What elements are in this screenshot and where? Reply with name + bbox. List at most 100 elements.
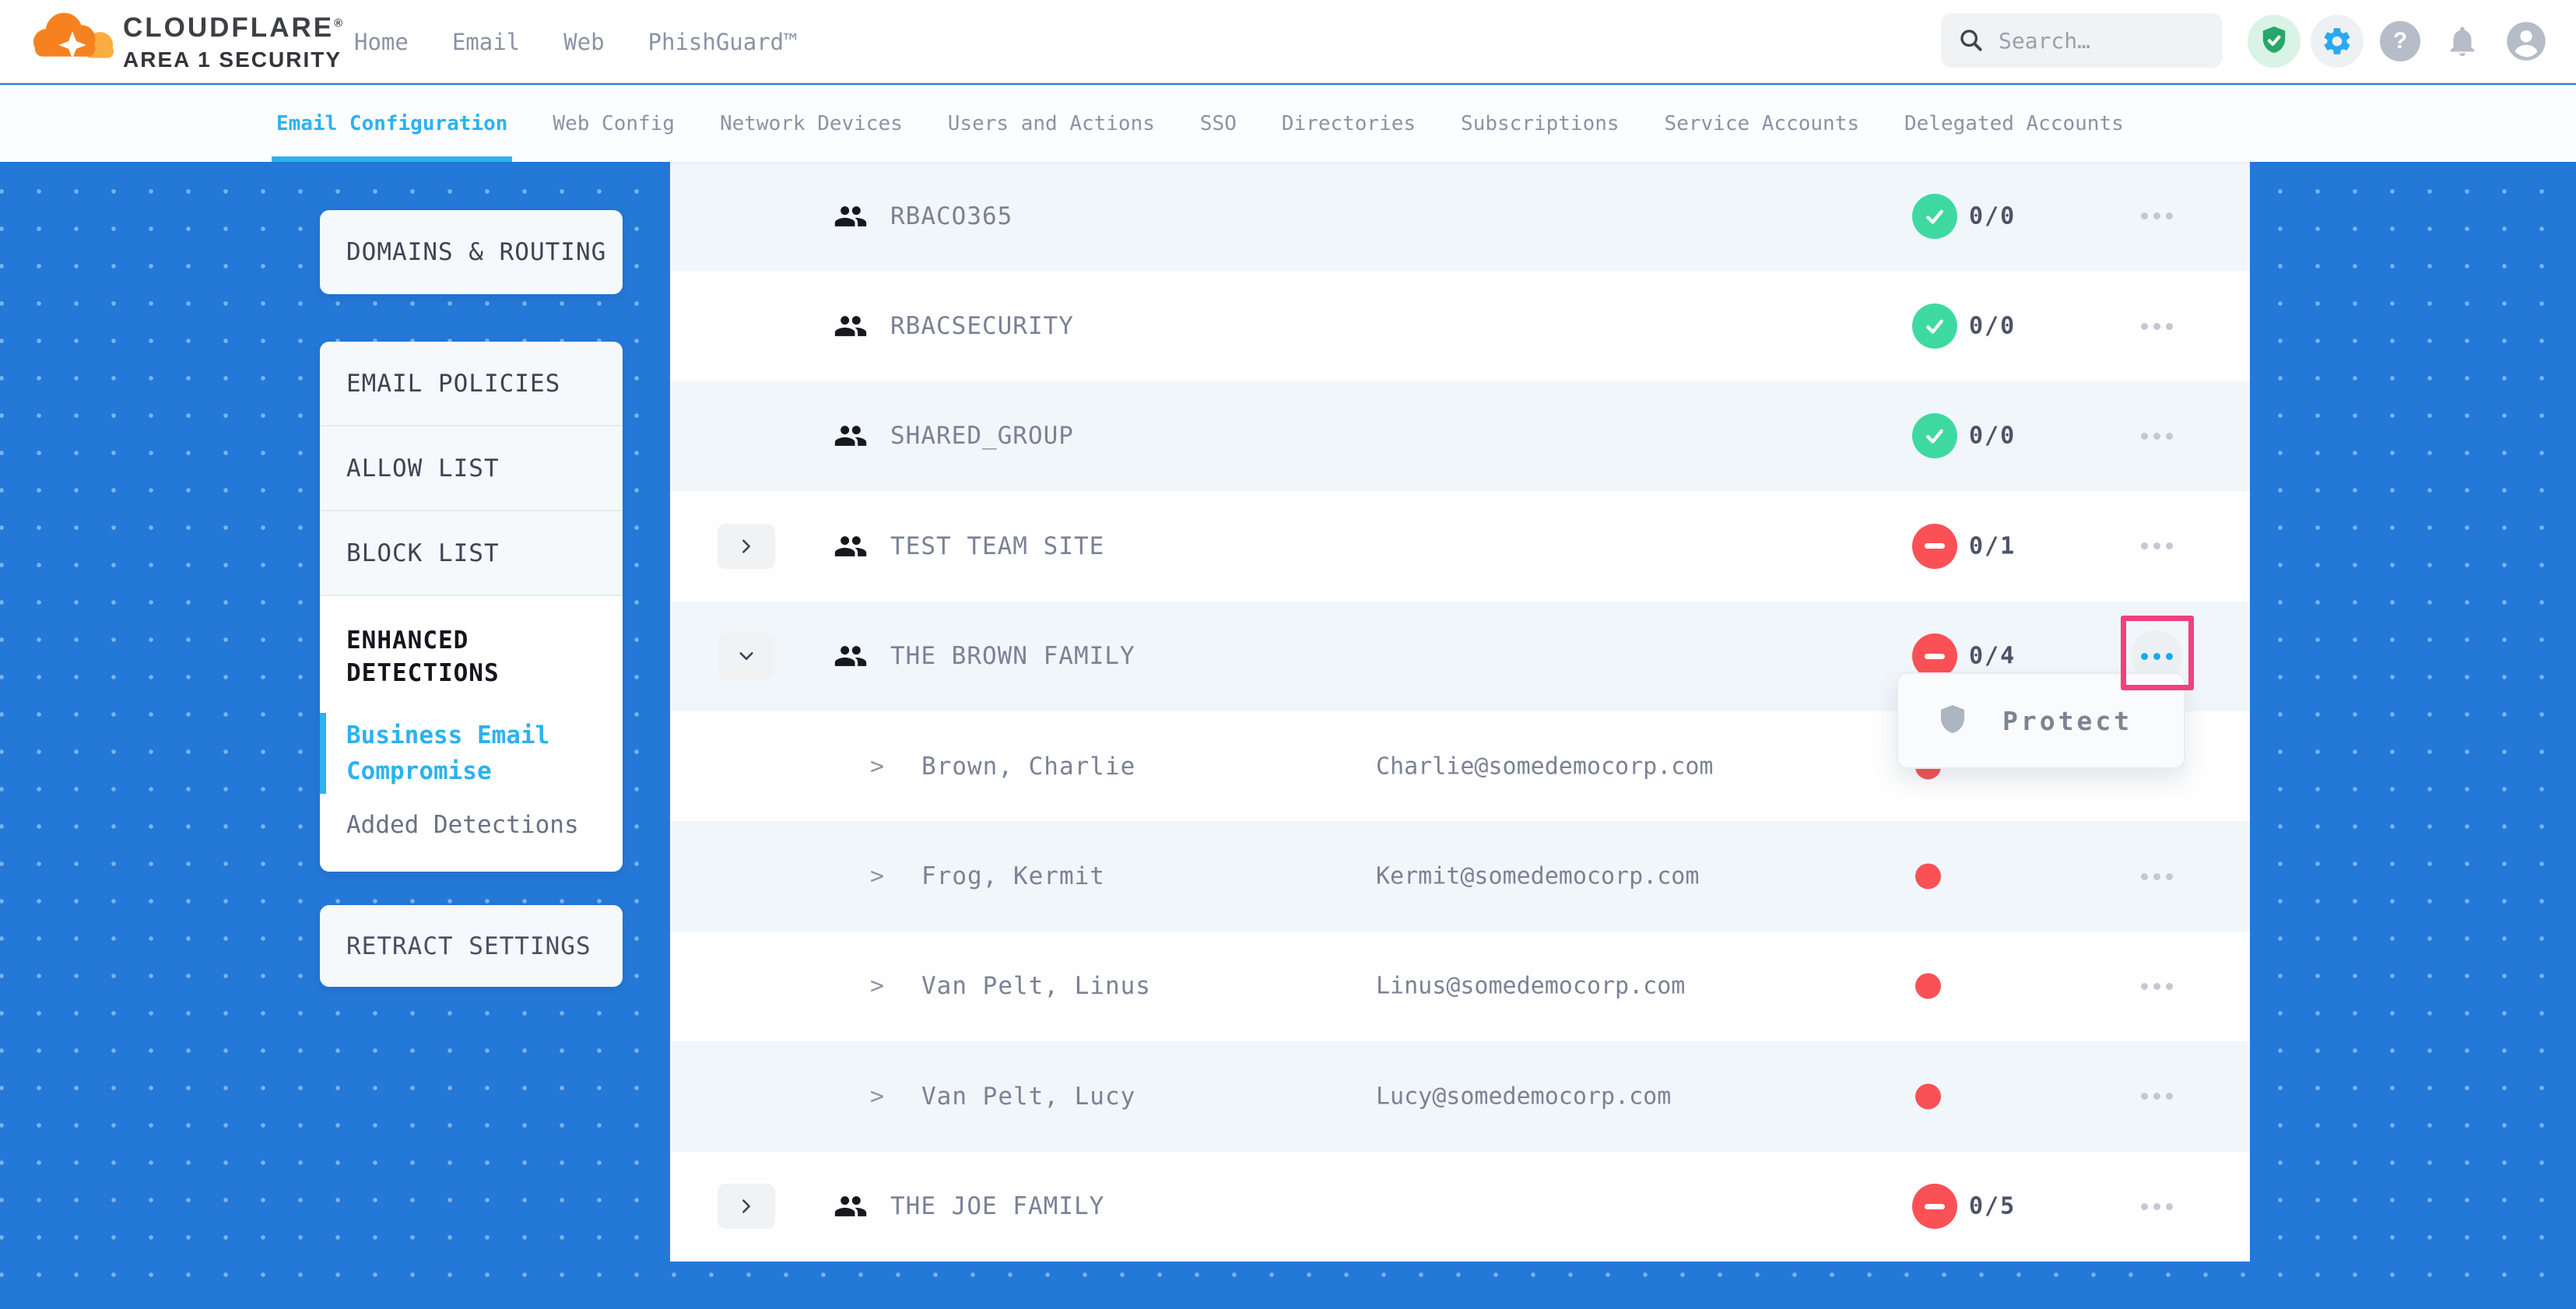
status-dot (1915, 864, 1941, 890)
brand-subtitle: AREA 1 SECURITY (123, 47, 345, 72)
row-menu-button[interactable] (2131, 521, 2182, 572)
tab-sso[interactable]: SSO (1195, 85, 1241, 162)
brand-title: CLOUDFLARE® (123, 12, 345, 44)
sidebar-item-retract-settings[interactable]: RETRACT SETTINGS (320, 905, 623, 987)
table-row: RBACSECURITY 0/0 (670, 271, 2250, 381)
shield-icon (1937, 704, 1968, 738)
tab-subscriptions[interactable]: Subscriptions (1456, 85, 1624, 162)
sidebar-policies-card: EMAIL POLICIES ALLOW LIST BLOCK LIST ENH… (320, 342, 623, 872)
group-icon (834, 639, 868, 673)
table-row: > Frog, Kermit Kermit@somedemocorp.com (670, 821, 2250, 931)
user-account-icon[interactable] (2505, 20, 2547, 62)
member-name[interactable]: Frog, Kermit (921, 862, 1105, 890)
shield-check-icon[interactable] (2248, 15, 2301, 68)
row-menu-button[interactable] (2131, 410, 2182, 461)
group-icon (834, 309, 868, 343)
expand-button[interactable] (718, 1184, 775, 1229)
row-menu-button[interactable] (2131, 300, 2182, 352)
status-count: 0/4 (1969, 643, 2016, 670)
group-icon (834, 529, 868, 563)
tab-directories[interactable]: Directories (1277, 85, 1420, 162)
sidebar-item-added-detections[interactable]: Added Detections (346, 811, 599, 839)
status-count: 0/0 (1969, 202, 2016, 230)
group-name[interactable]: THE JOE FAMILY (890, 1192, 1104, 1220)
group-name[interactable]: TEST TEAM SITE (890, 532, 1104, 560)
status-count: 0/1 (1969, 532, 2016, 560)
status-count: 0/5 (1969, 1193, 2016, 1220)
row-menu-button[interactable] (2131, 191, 2182, 242)
tab-delegated-accounts[interactable]: Delegated Accounts (1900, 85, 2129, 162)
help-icon[interactable]: ? (2380, 21, 2420, 61)
tab-web-config[interactable]: Web Config (548, 85, 679, 162)
row-menu-button[interactable] (2131, 960, 2182, 1012)
tab-users-and-actions[interactable]: Users and Actions (943, 85, 1160, 162)
sidebar-item-block-list[interactable]: BLOCK LIST (320, 511, 623, 596)
sidebar-item-business-email-compromise[interactable]: Business Email Compromise (346, 718, 599, 789)
status-dot (1915, 1083, 1941, 1109)
expand-button[interactable] (718, 524, 775, 569)
section-tabs: Email Configuration Web Config Network D… (0, 85, 2576, 162)
member-email: Linus@somedemocorp.com (1376, 973, 1685, 1000)
sidebar-item-email-policies[interactable]: EMAIL POLICIES (320, 342, 623, 426)
status-check-icon (1912, 304, 1957, 349)
group-icon (834, 419, 868, 453)
search-icon (1958, 27, 1985, 54)
group-icon (834, 199, 868, 233)
settings-gear-icon[interactable] (2311, 15, 2364, 68)
status-check-icon (1912, 194, 1957, 239)
table-row: THE JOE FAMILY 0/5 (670, 1152, 2250, 1262)
nav-item-phishguard[interactable]: PhishGuard™ (648, 29, 798, 55)
table-row: TEST TEAM SITE 0/1 (670, 491, 2250, 601)
enhanced-detections-title[interactable]: ENHANCED DETECTIONS (346, 624, 599, 690)
status-blocked-icon (1912, 1184, 1957, 1229)
table-row: RBACO365 0/0 (670, 161, 2250, 271)
top-nav: Home Email Web PhishGuard™ (354, 0, 798, 83)
nav-item-web[interactable]: Web (563, 29, 604, 55)
group-name[interactable]: RBACSECURITY (890, 312, 1074, 340)
sidebar-item-allow-list[interactable]: ALLOW LIST (320, 426, 623, 511)
tab-email-configuration[interactable]: Email Configuration (272, 85, 512, 162)
groups-table: RBACO365 0/0 RBACSECURITY 0/0 SHARED_GROUP 0/… (670, 161, 2250, 1262)
top-header: CLOUDFLARE® AREA 1 SECURITY Home Email W… (0, 0, 2576, 83)
status-check-icon (1912, 413, 1957, 458)
member-chevron-icon[interactable]: > (870, 863, 884, 890)
tab-network-devices[interactable]: Network Devices (715, 85, 907, 162)
status-count: 0/0 (1969, 313, 2016, 340)
row-menu-button[interactable] (2131, 1181, 2182, 1232)
brand-mark: ® (334, 16, 345, 30)
table-row: > Van Pelt, Linus Linus@somedemocorp.com (670, 932, 2250, 1041)
context-menu-item-protect[interactable]: Protect (2002, 706, 2132, 736)
tab-service-accounts[interactable]: Service Accounts (1660, 85, 1864, 162)
group-name[interactable]: THE BROWN FAMILY (890, 642, 1135, 670)
table-row: > Van Pelt, Lucy Lucy@somedemocorp.com (670, 1041, 2250, 1151)
app-root: CLOUDFLARE® AREA 1 SECURITY Home Email W… (0, 0, 2576, 1309)
group-name[interactable]: RBACO365 (890, 202, 1013, 230)
group-icon (834, 1189, 868, 1223)
member-name[interactable]: Brown, Charlie (921, 753, 1135, 781)
member-email: Charlie@somedemocorp.com (1376, 753, 1713, 780)
row-menu-button[interactable] (2131, 851, 2182, 902)
member-name[interactable]: Van Pelt, Linus (921, 972, 1151, 1000)
status-count: 0/0 (1969, 423, 2016, 450)
expand-button[interactable] (718, 633, 775, 679)
member-chevron-icon[interactable]: > (870, 1083, 884, 1110)
notifications-bell-icon[interactable] (2444, 23, 2480, 59)
nav-item-home[interactable]: Home (354, 29, 409, 55)
sidebar-section-enhanced-detections: ENHANCED DETECTIONS Business Email Compr… (320, 596, 623, 872)
search-bar[interactable] (1941, 13, 2223, 68)
member-name[interactable]: Van Pelt, Lucy (921, 1083, 1135, 1111)
status-dot (1915, 974, 1941, 999)
member-chevron-icon[interactable]: > (870, 753, 884, 780)
row-menu-button[interactable] (2131, 1071, 2182, 1122)
nav-item-email[interactable]: Email (452, 29, 520, 55)
member-chevron-icon[interactable]: > (870, 973, 884, 1000)
group-name[interactable]: SHARED_GROUP (890, 422, 1074, 450)
cloudflare-logo-icon (30, 5, 121, 70)
table-row: SHARED_GROUP 0/0 (670, 381, 2250, 491)
member-email: Lucy@somedemocorp.com (1376, 1083, 1671, 1110)
sidebar-item-domains-routing[interactable]: DOMAINS & ROUTING (320, 210, 623, 294)
search-input[interactable] (1999, 28, 2209, 54)
member-email: Kermit@somedemocorp.com (1376, 863, 1699, 890)
status-blocked-icon (1912, 524, 1957, 569)
annotation-highlight-box (2121, 616, 2194, 690)
